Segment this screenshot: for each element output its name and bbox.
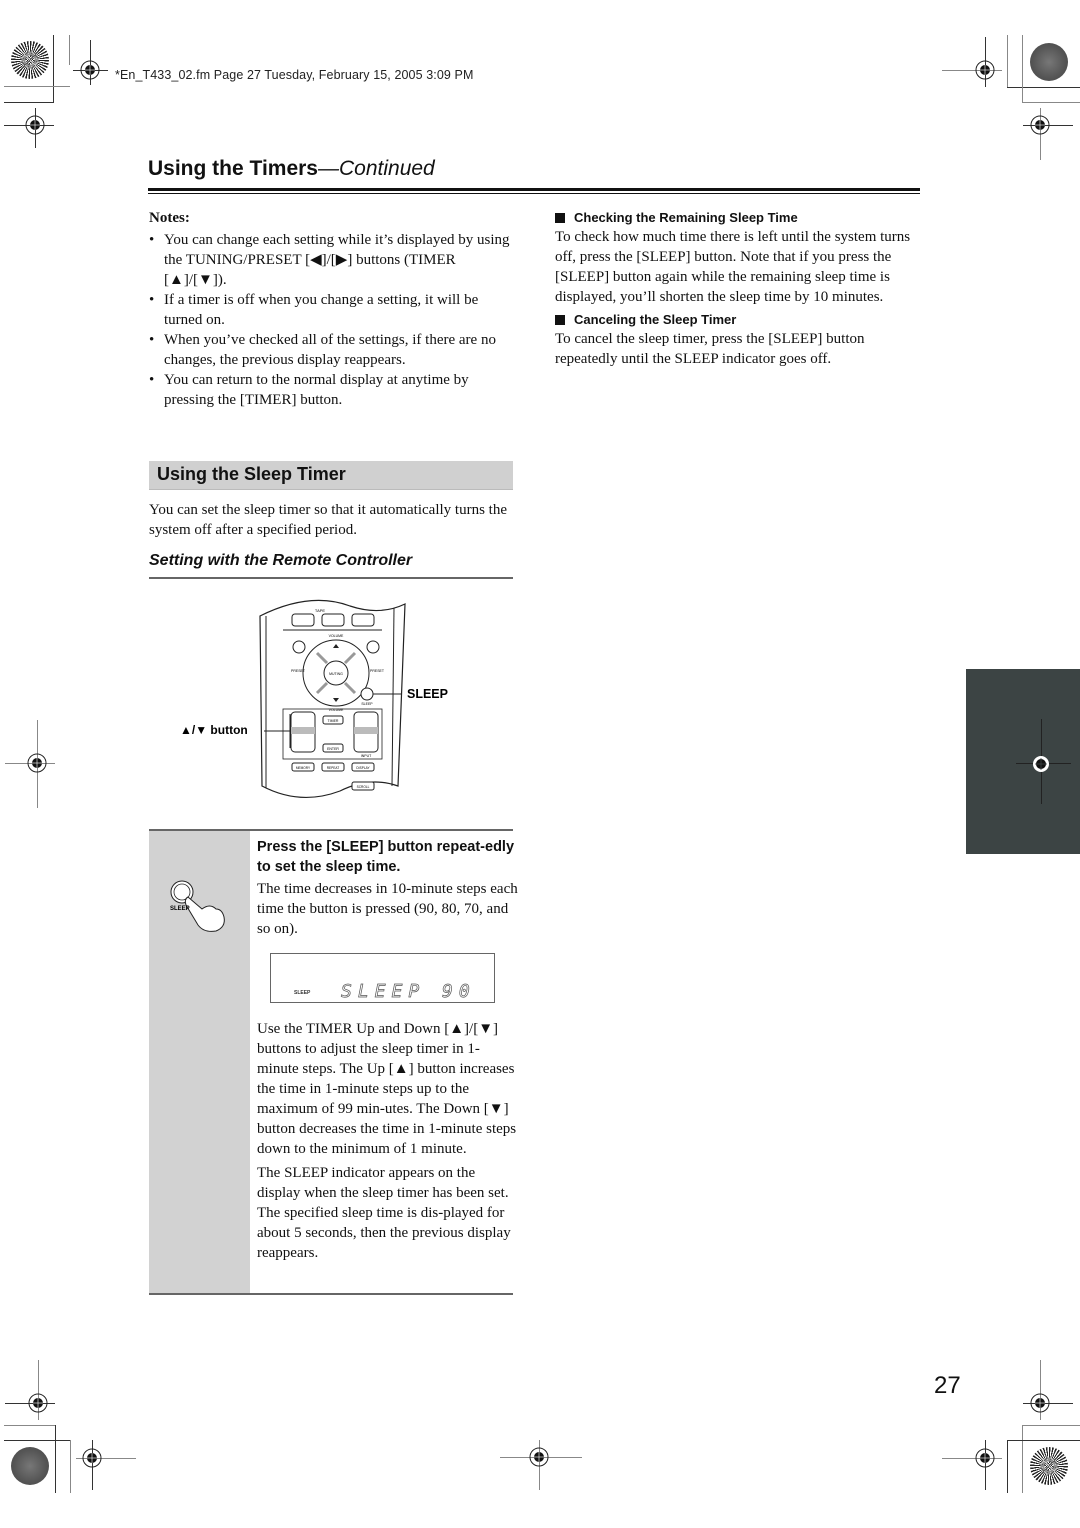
step-bottom-rule bbox=[149, 1293, 513, 1295]
step-body: The time decreases in 10-minute steps ea… bbox=[257, 879, 519, 943]
sleep-icon-label: SLEEP bbox=[170, 906, 190, 912]
step-paragraph: The SLEEP indicator appears on the displ… bbox=[257, 1165, 511, 1261]
page-title-main: Using the Timers bbox=[148, 157, 318, 180]
notes-heading: Notes: bbox=[149, 210, 190, 226]
note-item: • You can return to the normal display at… bbox=[149, 372, 469, 408]
registration-mark-icon bbox=[80, 60, 100, 80]
crop-line bbox=[1022, 35, 1023, 102]
section-heading-band: Using the Sleep Timer bbox=[149, 461, 513, 490]
title-rule bbox=[148, 193, 920, 194]
crop-line bbox=[1022, 1425, 1023, 1493]
notes-list: • You can change each setting while it’s … bbox=[149, 230, 514, 410]
registration-mark-icon bbox=[975, 1448, 995, 1468]
step-body-continued: Use the TIMER Up and Down [▲]/[▼] button… bbox=[257, 1019, 519, 1267]
subsection-rule bbox=[149, 577, 513, 579]
crop-line bbox=[4, 102, 54, 103]
subsection-body: To check how much time there is left unt… bbox=[555, 229, 911, 305]
tape-stop-button bbox=[321, 613, 345, 627]
note-item: • You can change each setting while it’s … bbox=[149, 232, 510, 288]
label-tape: TAPE bbox=[315, 608, 325, 613]
title-rule bbox=[148, 188, 920, 191]
starburst-top-left-icon bbox=[11, 41, 49, 79]
updown-callout: ▲/▼ button bbox=[180, 723, 248, 737]
subsection-title: Setting with the Remote Controller bbox=[149, 552, 413, 569]
subsection-heading: Canceling the Sleep Timer bbox=[555, 311, 920, 329]
starburst-top-right-icon bbox=[1030, 43, 1068, 81]
label-preset-left: PRESET bbox=[291, 669, 306, 673]
page-number: 27 bbox=[934, 1372, 961, 1399]
registration-mark-icon bbox=[27, 753, 47, 773]
label-muting: MUTING bbox=[329, 672, 343, 676]
svg-text:MEMORY: MEMORY bbox=[296, 766, 311, 770]
label-volume-bottom: VOLUME bbox=[329, 708, 344, 712]
sleep-callout: SLEEP bbox=[407, 687, 448, 701]
label-input: INPUT bbox=[361, 754, 372, 758]
tape-rewind-button bbox=[291, 613, 315, 627]
crop-line bbox=[69, 35, 70, 65]
section-title: Using the Sleep Timer bbox=[157, 464, 346, 484]
label-enter: ENTER bbox=[327, 747, 339, 751]
registration-mark-icon bbox=[1033, 756, 1049, 772]
registration-mark-icon bbox=[529, 1447, 549, 1467]
subsection-body: To cancel the sleep timer, press the [SL… bbox=[555, 331, 865, 367]
crop-line bbox=[1022, 102, 1080, 103]
svg-text:SCROLL: SCROLL bbox=[357, 785, 370, 789]
label-preset-right: PRESET bbox=[370, 669, 385, 673]
lcd-text: SLEEP 90 bbox=[341, 981, 476, 1003]
label-timer: TIMER bbox=[328, 719, 339, 723]
crop-line bbox=[1007, 1440, 1080, 1441]
step-paragraph: Use the TIMER Up and Down [▲]/[▼] button… bbox=[257, 1021, 517, 1157]
subsection-heading: Checking the Remaining Sleep Time bbox=[555, 209, 920, 227]
page-title: Using the Timers—Continued bbox=[148, 157, 435, 181]
step-heading: Press the [SLEEP] button repeat-edly to … bbox=[257, 839, 515, 875]
square-bullet-icon bbox=[555, 315, 565, 325]
file-header: *En_T433_02.fm Page 27 Tuesday, February… bbox=[115, 68, 474, 82]
crop-line bbox=[1007, 87, 1080, 88]
sleep-button bbox=[360, 687, 374, 701]
square-bullet-icon bbox=[555, 213, 565, 223]
svg-text:REPEAT: REPEAT bbox=[327, 766, 340, 770]
crop-line bbox=[4, 86, 70, 87]
lcd-sleep-indicator: SLEEP bbox=[294, 990, 311, 996]
crop-line bbox=[1007, 1440, 1008, 1493]
crop-line bbox=[4, 1425, 56, 1426]
hand-pressing-sleep-button-icon: SLEEP bbox=[170, 880, 225, 932]
label-sleep-small: SLEEP bbox=[361, 702, 373, 706]
starburst-bottom-right-icon bbox=[1030, 1447, 1068, 1485]
crop-line bbox=[53, 35, 54, 102]
crop-line bbox=[1007, 35, 1008, 87]
registration-mark-icon bbox=[82, 1448, 102, 1468]
registration-mark-icon bbox=[975, 60, 995, 80]
registration-mark-icon bbox=[1030, 115, 1050, 135]
chapter-side-tab bbox=[966, 669, 1080, 854]
registration-mark-icon bbox=[1030, 1393, 1050, 1413]
note-item: • When you’ve checked all of the settings… bbox=[149, 332, 496, 368]
crop-line bbox=[55, 1425, 56, 1493]
tape-play-button bbox=[351, 613, 375, 627]
note-item: • If a timer is off when you change a set… bbox=[149, 292, 479, 328]
remote-controller-figure: TAPE VOLUME MUTING PRESET PRESET VOLUME … bbox=[180, 599, 448, 798]
crop-line bbox=[1022, 1425, 1080, 1426]
svg-text:DISPLAY: DISPLAY bbox=[356, 766, 370, 770]
starburst-bottom-left-icon bbox=[11, 1447, 49, 1485]
right-column: Checking the Remaining Sleep Time To che… bbox=[555, 209, 920, 373]
registration-mark-icon bbox=[28, 1393, 48, 1413]
section-intro: You can set the sleep timer so that it a… bbox=[149, 502, 507, 538]
label-volume-top: VOLUME bbox=[329, 634, 344, 638]
crop-line bbox=[70, 1440, 71, 1493]
registration-mark-icon bbox=[25, 115, 45, 135]
lcd-display: SLEEP SLEEP 90 bbox=[270, 953, 495, 1003]
page-title-continued: —Continued bbox=[318, 157, 435, 180]
crop-line bbox=[4, 1440, 71, 1441]
step-paragraph: The time decreases in 10-minute steps ea… bbox=[257, 881, 518, 937]
